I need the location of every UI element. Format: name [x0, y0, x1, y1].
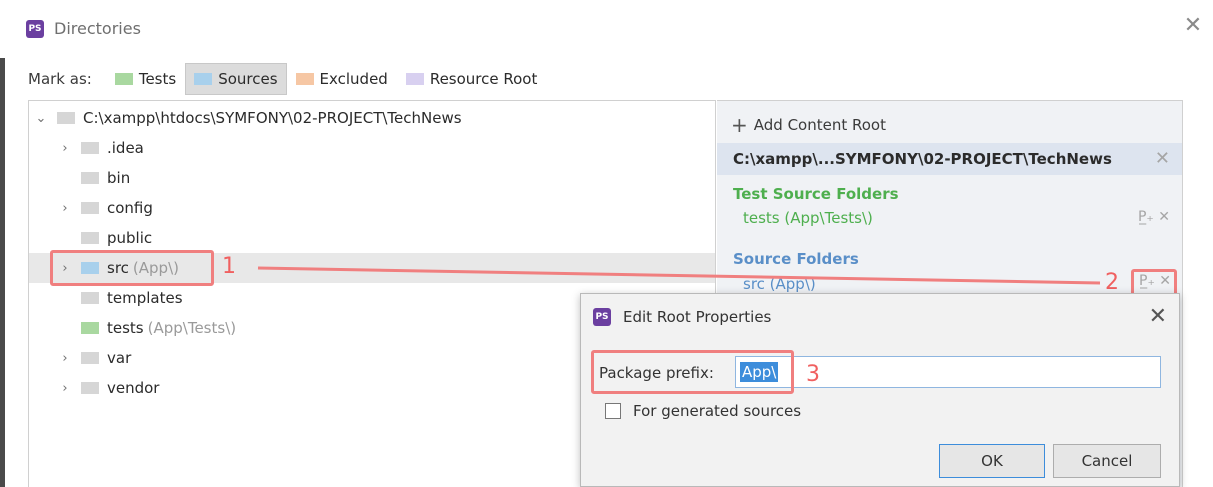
dialog-title: Edit Root Properties: [623, 308, 772, 326]
close-icon[interactable]: ✕: [1149, 304, 1167, 329]
ok-button[interactable]: OK: [939, 444, 1045, 478]
generated-sources-option[interactable]: For generated sources: [605, 402, 801, 420]
generated-sources-checkbox[interactable]: [605, 403, 621, 419]
dialog-title-bar: PS Edit Root Properties: [593, 308, 771, 326]
generated-sources-label: For generated sources: [633, 402, 802, 420]
cancel-button[interactable]: Cancel: [1053, 444, 1161, 478]
callout-number-3: 3: [806, 362, 820, 387]
phpstorm-icon: PS: [593, 308, 611, 326]
callout-line-1: [257, 266, 1101, 285]
callout-box-prefix: [591, 350, 794, 394]
package-prefix-input[interactable]: App\: [735, 356, 1161, 388]
